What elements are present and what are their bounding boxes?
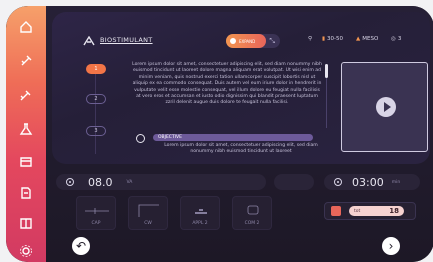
step-2[interactable]: 2 [86, 94, 106, 104]
cap-waveform-icon [85, 208, 109, 214]
mode-card-com-label: COM 2 [244, 221, 260, 226]
package-icon[interactable] [17, 152, 34, 169]
stat-depth-value: 30-50 [327, 36, 344, 42]
expand-toggle[interactable]: EXPAND ⤡ [226, 34, 280, 48]
page-title: BIOSTIMULANT [100, 36, 153, 44]
home-icon[interactable] [17, 18, 34, 35]
total-value: 18 [389, 207, 399, 215]
mode-card-appl[interactable]: APPL 2 [180, 196, 220, 230]
drop-icon: ▲ [356, 36, 361, 42]
cw-waveform-icon [138, 204, 159, 217]
device-frame: BIOSTIMULANT EXPAND ⤡ ⚲ ▮ 30-50 ▲ MESO ◎… [6, 6, 433, 262]
target-icon [136, 134, 145, 143]
steps-nav: 1 2 3 [86, 64, 126, 164]
mode-card-com[interactable]: COM 2 [232, 196, 272, 230]
settings-icon[interactable] [17, 242, 34, 259]
toggle-knob [230, 38, 236, 44]
scrollbar-thumb[interactable] [325, 64, 328, 78]
power-control[interactable]: 08.0 VA [56, 174, 266, 190]
next-button[interactable]: › [382, 237, 400, 255]
toggle-label: EXPAND [239, 38, 256, 44]
book-icon[interactable] [17, 214, 34, 231]
timer-icon [334, 178, 342, 186]
port-icon [247, 205, 259, 215]
play-icon[interactable] [376, 97, 396, 117]
syringe-icon[interactable] [17, 52, 34, 69]
stat-sessions: ◎ 3 [391, 36, 401, 42]
flask-icon[interactable] [17, 120, 34, 137]
step-1[interactable]: 1 [86, 64, 106, 74]
total-pill: tot 18 [349, 206, 404, 216]
next-arrow-icon: › [388, 239, 394, 253]
collapse-icon: ⤡ [269, 37, 275, 45]
power-value: 08.0 [88, 175, 113, 189]
document-icon[interactable] [17, 184, 34, 201]
toggle-active-segment: EXPAND [226, 34, 266, 48]
steps-connector [95, 74, 96, 154]
total-swatch [331, 206, 341, 216]
power-unit: VA [126, 179, 133, 185]
total-label: tot [354, 208, 361, 214]
objective-heading: OBJECTIVE [153, 134, 313, 141]
total-box: tot 18 [324, 202, 416, 220]
stat-technique-value: MESO [362, 36, 379, 42]
step-description: Lorem ipsum dolor sit amet, consectetuer… [132, 62, 322, 106]
mode-card-cap-label: CAP [91, 221, 101, 226]
timer-value: 03:00 [352, 175, 384, 189]
syringe-alt-icon[interactable] [17, 86, 34, 103]
step-3[interactable]: 3 [86, 126, 106, 136]
sidebar [6, 6, 46, 262]
brand-logo-icon [83, 36, 95, 46]
chart-icon: ▮ [322, 36, 326, 42]
power-icon [66, 178, 74, 186]
stat-sessions-value: 3 [397, 36, 402, 42]
filter-icon[interactable]: ⚲ [308, 36, 312, 42]
applicator-icon [195, 209, 207, 214]
timer-unit: min [391, 179, 401, 185]
clock-icon: ◎ [391, 36, 396, 42]
mode-card-cw[interactable]: CW [128, 196, 168, 230]
back-arrow-icon: ↶ [75, 239, 87, 253]
spacer-bar [274, 174, 314, 190]
mode-card-cap[interactable]: CAP [76, 196, 116, 230]
main-area: BIOSTIMULANT EXPAND ⤡ ⚲ ▮ 30-50 ▲ MESO ◎… [46, 6, 433, 262]
timer-control[interactable]: 03:00 min [324, 174, 420, 190]
objective-text: Lorem ipsum dolor sit amet, consectetuer… [164, 143, 318, 155]
mode-card-appl-label: APPL 2 [192, 221, 208, 226]
video-player[interactable] [341, 62, 428, 152]
mode-card-cw-label: CW [144, 221, 152, 226]
stat-depth: ▮ 30-50 [322, 36, 343, 42]
stat-technique: ▲ MESO [356, 36, 378, 42]
back-button[interactable]: ↶ [72, 237, 90, 255]
